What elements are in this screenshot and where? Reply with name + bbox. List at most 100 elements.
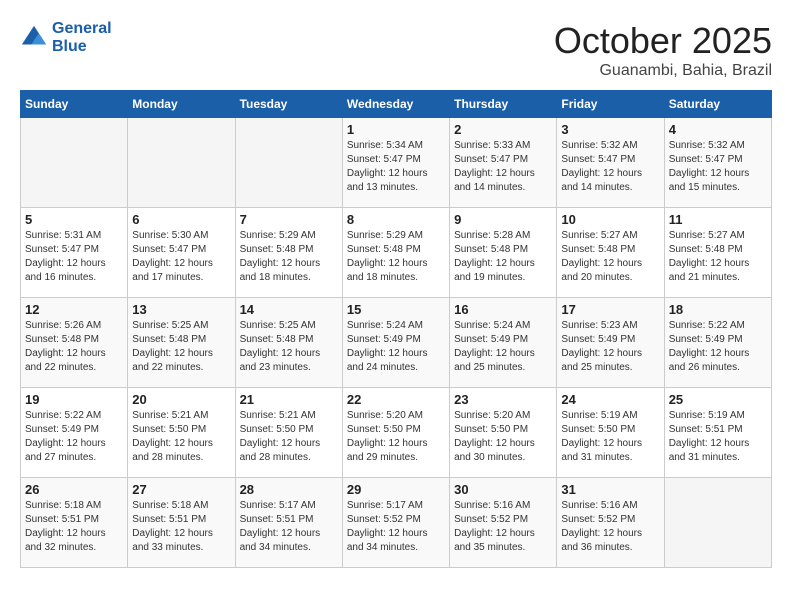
calendar-cell: 16 Sunrise: 5:24 AM Sunset: 5:49 PM Dayli… [450, 298, 557, 388]
calendar-cell [128, 118, 235, 208]
calendar-cell: 6 Sunrise: 5:30 AM Sunset: 5:47 PM Daylig… [128, 208, 235, 298]
calendar-cell: 4 Sunrise: 5:32 AM Sunset: 5:47 PM Daylig… [664, 118, 771, 208]
calendar-cell: 14 Sunrise: 5:25 AM Sunset: 5:48 PM Dayli… [235, 298, 342, 388]
calendar-cell: 1 Sunrise: 5:34 AM Sunset: 5:47 PM Daylig… [342, 118, 449, 208]
calendar-cell: 24Sunrise: 5:19 AM Sunset: 5:50 PM Dayli… [557, 388, 664, 478]
day-number: 3 [561, 122, 659, 137]
calendar-cell: 10 Sunrise: 5:27 AM Sunset: 5:48 PM Dayli… [557, 208, 664, 298]
calendar-cell: 18Sunrise: 5:22 AM Sunset: 5:49 PM Dayli… [664, 298, 771, 388]
day-number: 11 [669, 212, 767, 227]
day-info: Sunrise: 5:27 AM Sunset: 5:48 PM Dayligh… [561, 229, 659, 285]
day-info: Sunrise: 5:25 AM Sunset: 5:48 PM Dayligh… [240, 319, 338, 375]
calendar-cell: 9Sunrise: 5:28 AM Sunset: 5:48 PM Daylig… [450, 208, 557, 298]
day-info: Sunrise: 5:16 AM Sunset: 5:52 PM Dayligh… [454, 499, 552, 555]
day-number: 27 [132, 482, 230, 497]
calendar-cell: 7 Sunrise: 5:29 AM Sunset: 5:48 PM Daylig… [235, 208, 342, 298]
weekday-header-sunday: Sunday [21, 91, 128, 118]
day-number: 14 [240, 302, 338, 317]
day-info: Sunrise: 5:32 AM Sunset: 5:47 PM Dayligh… [669, 139, 767, 195]
weekday-header-monday: Monday [128, 91, 235, 118]
day-info: Sunrise: 5:17 AM Sunset: 5:51 PM Dayligh… [240, 499, 338, 555]
day-number: 28 [240, 482, 338, 497]
calendar-table: SundayMondayTuesdayWednesdayThursdayFrid… [20, 90, 772, 568]
calendar-cell: 20Sunrise: 5:21 AM Sunset: 5:50 PM Dayli… [128, 388, 235, 478]
day-number: 10 [561, 212, 659, 227]
calendar-cell: 11 Sunrise: 5:27 AM Sunset: 5:48 PM Dayli… [664, 208, 771, 298]
day-info: Sunrise: 5:34 AM Sunset: 5:47 PM Dayligh… [347, 139, 445, 195]
day-number: 24 [561, 392, 659, 407]
calendar-cell [235, 118, 342, 208]
calendar-week-3: 12 Sunrise: 5:26 AM Sunset: 5:48 PM Dayli… [21, 298, 772, 388]
day-info: Sunrise: 5:19 AM Sunset: 5:51 PM Dayligh… [669, 409, 767, 465]
calendar-cell: 8 Sunrise: 5:29 AM Sunset: 5:48 PM Daylig… [342, 208, 449, 298]
logo: General Blue [20, 20, 112, 56]
calendar-cell: 29 Sunrise: 5:17 AM Sunset: 5:52 PM Dayli… [342, 478, 449, 568]
day-number: 21 [240, 392, 338, 407]
day-info: Sunrise: 5:21 AM Sunset: 5:50 PM Dayligh… [240, 409, 338, 465]
weekday-header-tuesday: Tuesday [235, 91, 342, 118]
day-number: 13 [132, 302, 230, 317]
calendar-cell: 31 Sunrise: 5:16 AM Sunset: 5:52 PM Dayli… [557, 478, 664, 568]
calendar-week-1: 1 Sunrise: 5:34 AM Sunset: 5:47 PM Daylig… [21, 118, 772, 208]
day-info: Sunrise: 5:18 AM Sunset: 5:51 PM Dayligh… [132, 499, 230, 555]
day-number: 30 [454, 482, 552, 497]
day-info: Sunrise: 5:17 AM Sunset: 5:52 PM Dayligh… [347, 499, 445, 555]
calendar-cell: 30 Sunrise: 5:16 AM Sunset: 5:52 PM Dayli… [450, 478, 557, 568]
calendar-cell: 19 Sunrise: 5:22 AM Sunset: 5:49 PM Dayli… [21, 388, 128, 478]
day-number: 2 [454, 122, 552, 137]
calendar-week-4: 19 Sunrise: 5:22 AM Sunset: 5:49 PM Dayli… [21, 388, 772, 478]
calendar-cell: 12 Sunrise: 5:26 AM Sunset: 5:48 PM Dayli… [21, 298, 128, 388]
calendar-cell: 13 Sunrise: 5:25 AM Sunset: 5:48 PM Dayli… [128, 298, 235, 388]
day-info: Sunrise: 5:18 AM Sunset: 5:51 PM Dayligh… [25, 499, 123, 555]
day-number: 17 [561, 302, 659, 317]
calendar-cell: 22Sunrise: 5:20 AM Sunset: 5:50 PM Dayli… [342, 388, 449, 478]
day-number: 16 [454, 302, 552, 317]
calendar-cell: 15 Sunrise: 5:24 AM Sunset: 5:49 PM Dayli… [342, 298, 449, 388]
day-number: 23 [454, 392, 552, 407]
calendar-cell: 21 Sunrise: 5:21 AM Sunset: 5:50 PM Dayli… [235, 388, 342, 478]
day-info: Sunrise: 5:24 AM Sunset: 5:49 PM Dayligh… [347, 319, 445, 375]
day-number: 8 [347, 212, 445, 227]
day-number: 25 [669, 392, 767, 407]
logo-icon [20, 24, 48, 52]
day-info: Sunrise: 5:30 AM Sunset: 5:47 PM Dayligh… [132, 229, 230, 285]
calendar-cell: 25 Sunrise: 5:19 AM Sunset: 5:51 PM Dayli… [664, 388, 771, 478]
day-number: 22 [347, 392, 445, 407]
day-number: 15 [347, 302, 445, 317]
day-number: 6 [132, 212, 230, 227]
day-info: Sunrise: 5:26 AM Sunset: 5:48 PM Dayligh… [25, 319, 123, 375]
calendar-cell: 3Sunrise: 5:32 AM Sunset: 5:47 PM Daylig… [557, 118, 664, 208]
day-info: Sunrise: 5:25 AM Sunset: 5:48 PM Dayligh… [132, 319, 230, 375]
day-info: Sunrise: 5:24 AM Sunset: 5:49 PM Dayligh… [454, 319, 552, 375]
day-info: Sunrise: 5:22 AM Sunset: 5:49 PM Dayligh… [25, 409, 123, 465]
calendar-cell: 23Sunrise: 5:20 AM Sunset: 5:50 PM Dayli… [450, 388, 557, 478]
weekday-header-saturday: Saturday [664, 91, 771, 118]
day-number: 5 [25, 212, 123, 227]
day-number: 9 [454, 212, 552, 227]
weekday-header-thursday: Thursday [450, 91, 557, 118]
day-number: 31 [561, 482, 659, 497]
day-number: 19 [25, 392, 123, 407]
day-number: 18 [669, 302, 767, 317]
day-info: Sunrise: 5:16 AM Sunset: 5:52 PM Dayligh… [561, 499, 659, 555]
calendar-cell: 5Sunrise: 5:31 AM Sunset: 5:47 PM Daylig… [21, 208, 128, 298]
logo-text: General Blue [52, 20, 112, 56]
calendar-cell: 17Sunrise: 5:23 AM Sunset: 5:49 PM Dayli… [557, 298, 664, 388]
day-number: 29 [347, 482, 445, 497]
day-number: 20 [132, 392, 230, 407]
calendar-cell [21, 118, 128, 208]
day-info: Sunrise: 5:33 AM Sunset: 5:47 PM Dayligh… [454, 139, 552, 195]
day-info: Sunrise: 5:29 AM Sunset: 5:48 PM Dayligh… [347, 229, 445, 285]
day-number: 7 [240, 212, 338, 227]
day-info: Sunrise: 5:29 AM Sunset: 5:48 PM Dayligh… [240, 229, 338, 285]
day-number: 4 [669, 122, 767, 137]
day-number: 1 [347, 122, 445, 137]
day-info: Sunrise: 5:27 AM Sunset: 5:48 PM Dayligh… [669, 229, 767, 285]
calendar-cell: 28 Sunrise: 5:17 AM Sunset: 5:51 PM Dayli… [235, 478, 342, 568]
calendar-cell: 2 Sunrise: 5:33 AM Sunset: 5:47 PM Daylig… [450, 118, 557, 208]
weekday-header-wednesday: Wednesday [342, 91, 449, 118]
calendar-cell: 27 Sunrise: 5:18 AM Sunset: 5:51 PM Dayli… [128, 478, 235, 568]
day-number: 12 [25, 302, 123, 317]
calendar-week-2: 5Sunrise: 5:31 AM Sunset: 5:47 PM Daylig… [21, 208, 772, 298]
title-block: October 2025 Guanambi, Bahia, Brazil [554, 20, 772, 80]
